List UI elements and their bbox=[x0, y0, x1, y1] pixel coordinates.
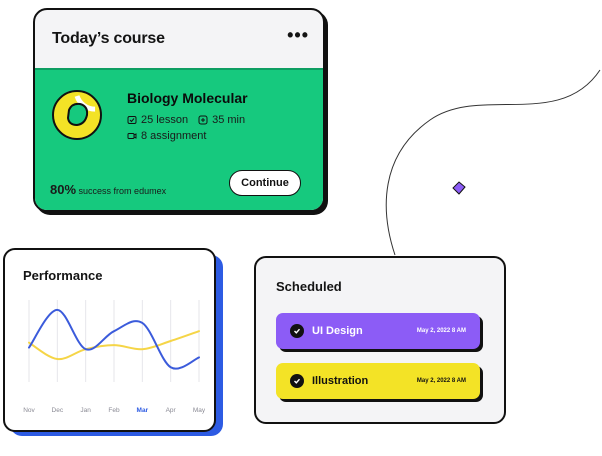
course-card-title: Today’s course bbox=[52, 30, 165, 47]
success-text: success from edumex bbox=[78, 186, 167, 196]
schedule-item-date: May 2, 2022 8 AM bbox=[416, 328, 466, 334]
schedule-item-date: May 2, 2022 8 AM bbox=[416, 378, 466, 384]
performance-line-chart: Nov Dec Jan Feb Mar Apr May bbox=[23, 300, 205, 414]
performance-card: Performance Nov Dec Jan Feb Mar Apr May bbox=[3, 248, 216, 432]
lesson-icon bbox=[127, 116, 137, 124]
chart-x-tick-label[interactable]: Dec bbox=[52, 407, 64, 414]
scheduled-title: Scheduled bbox=[276, 279, 342, 294]
video-icon bbox=[127, 133, 137, 139]
continue-button[interactable]: Continue bbox=[229, 170, 301, 196]
schedule-item-illustration[interactable]: Illustration May 2, 2022 8 AM bbox=[276, 363, 480, 399]
performance-title: Performance bbox=[23, 268, 103, 283]
course-progress-ring-icon bbox=[52, 90, 102, 140]
chart-x-tick-label[interactable]: Jan bbox=[80, 407, 91, 414]
assignment-count: 8 assignment bbox=[141, 130, 207, 142]
schedule-item-ui-design[interactable]: UI Design May 2, 2022 8 AM bbox=[276, 313, 480, 349]
check-icon bbox=[290, 374, 304, 388]
schedule-item-label: UI Design bbox=[312, 325, 363, 337]
success-percent: 80% bbox=[50, 182, 77, 197]
chart-x-tick-label[interactable]: May bbox=[193, 407, 205, 414]
assignment-row: 8 assignment bbox=[127, 130, 206, 142]
course-meta-row: 25 lesson 35 min bbox=[127, 114, 245, 126]
course-detail-panel: Biology Molecular 25 lesson 35 min 8 ass… bbox=[35, 68, 323, 210]
purple-diamond-shape bbox=[452, 181, 466, 195]
scheduled-card: Scheduled UI Design May 2, 2022 8 AM Ill… bbox=[254, 256, 506, 424]
course-name: Biology Molecular bbox=[127, 90, 248, 106]
schedule-item-label: Illustration bbox=[312, 375, 369, 387]
todays-course-card: Today’s course ••• Biology Molecular 25 … bbox=[33, 8, 325, 212]
more-options-icon[interactable]: ••• bbox=[287, 25, 309, 46]
chart-x-tick-label[interactable]: Apr bbox=[166, 407, 177, 414]
chart-x-tick-label[interactable]: Feb bbox=[108, 407, 120, 414]
course-duration: 35 min bbox=[212, 114, 246, 126]
time-icon bbox=[198, 115, 208, 125]
success-rate: 80% success from edumex bbox=[50, 182, 166, 197]
lesson-count: 25 lesson bbox=[141, 114, 189, 126]
chart-x-tick-label[interactable]: Mar bbox=[137, 407, 149, 414]
chart-x-tick-label[interactable]: Nov bbox=[23, 407, 35, 414]
check-icon bbox=[290, 324, 304, 338]
